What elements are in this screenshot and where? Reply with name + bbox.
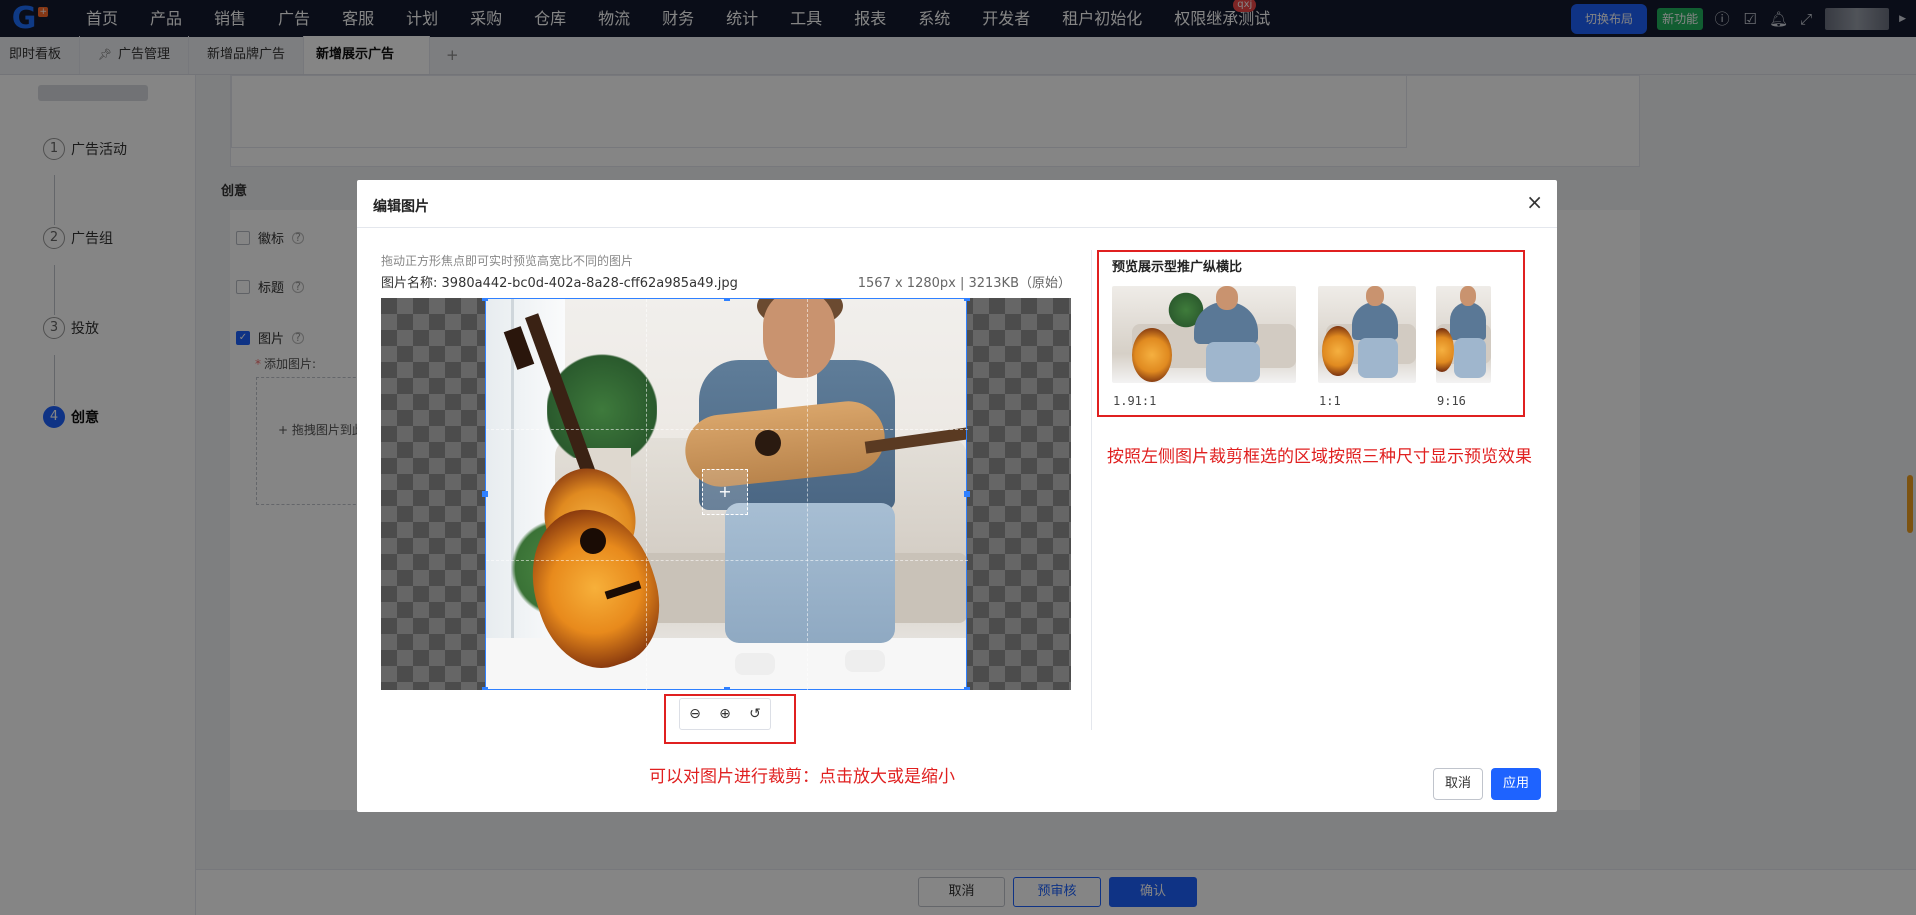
preview-guitar — [1132, 328, 1172, 382]
close-icon[interactable]: × — [1526, 190, 1543, 214]
annotation-preview-note: 按照左侧图片裁剪框选的区域按照三种尺寸显示预览效果 — [1107, 447, 1532, 467]
dialog-title: 编辑图片 — [373, 199, 429, 215]
image-crop-canvas[interactable]: + — [381, 298, 1071, 690]
file-name-value: 3980a442-bc0d-402a-8a28-cff62a985a49.jpg — [441, 276, 738, 291]
crop-handle[interactable] — [482, 491, 488, 497]
focus-point-square[interactable]: + — [702, 469, 748, 515]
preview-jeans — [1454, 338, 1486, 378]
crop-grid-line — [807, 299, 808, 690]
crop-grid-line — [486, 429, 968, 430]
preview-label: 1.91:1 — [1113, 394, 1157, 408]
crop-handle[interactable] — [482, 687, 488, 690]
preview-label: 9:16 — [1437, 394, 1466, 408]
preview-guitar — [1322, 326, 1354, 376]
dialog-header-divider — [357, 227, 1557, 228]
preview-shirt — [1450, 302, 1486, 340]
annotation-crop-note: 可以对图片进行裁剪：点击放大或是缩小 — [649, 767, 955, 787]
crop-grid-line — [486, 560, 968, 561]
preview-label: 1:1 — [1319, 394, 1341, 408]
crop-handle[interactable] — [724, 687, 730, 690]
dialog-column-divider — [1091, 250, 1092, 730]
preview-head — [1460, 286, 1476, 306]
edit-image-dialog: 编辑图片 × 拖动正方形焦点即可实时预览高宽比不同的图片 图片名称: 3980a… — [357, 180, 1557, 812]
crop-handle[interactable] — [724, 298, 730, 301]
crop-handle[interactable] — [964, 687, 970, 690]
file-name-label: 图片名称: — [381, 276, 438, 291]
file-meta: 1567 x 1280px | 3213KB（原始） — [857, 276, 1071, 291]
file-name: 图片名称: 3980a442-bc0d-402a-8a28-cff62a985a… — [381, 272, 738, 291]
crop-handle[interactable] — [964, 298, 970, 301]
preview-jeans — [1358, 338, 1398, 378]
crop-handle[interactable] — [482, 298, 488, 301]
preview-1-1 — [1318, 286, 1416, 383]
crop-hint-text: 拖动正方形焦点即可实时预览高宽比不同的图片 — [381, 254, 634, 268]
dialog-cancel-button[interactable]: 取消 — [1433, 768, 1483, 800]
preview-shirt — [1352, 302, 1398, 340]
preview-head — [1216, 286, 1238, 310]
preview-title: 预览展示型推广纵横比 — [1112, 260, 1243, 275]
preview-9-16 — [1436, 286, 1491, 383]
crop-handle[interactable] — [964, 491, 970, 497]
preview-head — [1366, 286, 1384, 306]
preview-jeans — [1206, 342, 1260, 382]
preview-1-91-1 — [1112, 286, 1296, 383]
dialog-apply-button[interactable]: 应用 — [1491, 768, 1541, 800]
crop-grid-line — [646, 299, 647, 690]
crop-frame[interactable]: + — [482, 298, 970, 690]
annotation-box-zoom — [664, 694, 796, 744]
